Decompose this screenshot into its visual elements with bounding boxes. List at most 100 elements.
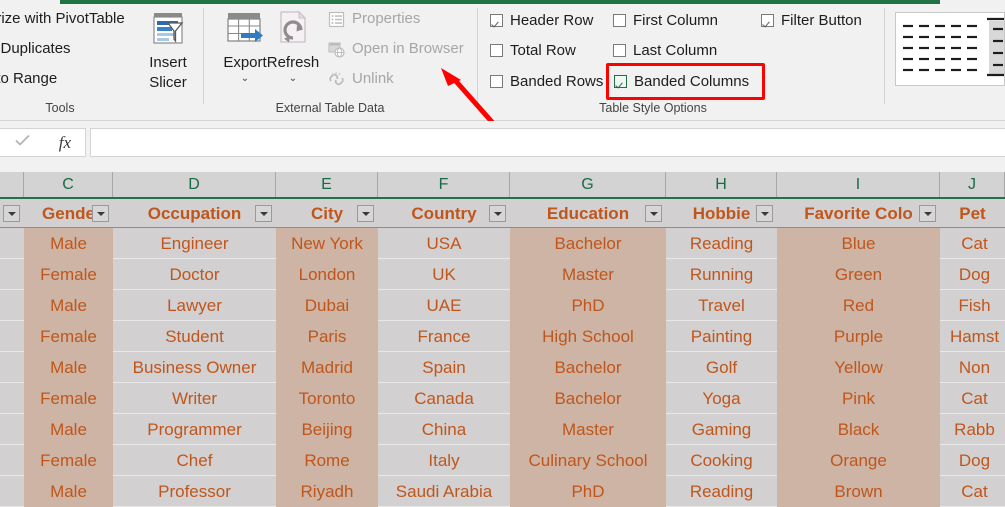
table-cell[interactable]: Fish xyxy=(940,290,1005,321)
table-cell[interactable]: Female xyxy=(24,445,113,476)
refresh-caret-icon[interactable]: ⌄ xyxy=(257,73,329,84)
table-cell[interactable]: Non xyxy=(940,352,1005,383)
table-cell[interactable]: Master xyxy=(510,414,666,445)
table-cell[interactable]: Spain xyxy=(378,352,510,383)
table-cell[interactable]: Female xyxy=(24,383,113,414)
table-cell[interactable]: Bachelor xyxy=(510,383,666,414)
table-cell[interactable]: Dog xyxy=(940,445,1005,476)
table-cell[interactable]: Yoga xyxy=(666,383,777,414)
table-cell[interactable] xyxy=(0,321,24,352)
total-row-checkbox[interactable] xyxy=(490,43,503,57)
table-cell[interactable]: Canada xyxy=(378,383,510,414)
table-cell[interactable]: Rome xyxy=(276,445,378,476)
table-cell[interactable]: Student xyxy=(113,321,276,352)
table-cell[interactable]: Saudi Arabia xyxy=(378,476,510,507)
table-cell[interactable] xyxy=(0,414,24,445)
table-cell[interactable]: Rabb xyxy=(940,414,1005,445)
insert-slicer-button[interactable]: Insert Slicer xyxy=(132,10,204,93)
table-cell[interactable]: Professor xyxy=(113,476,276,507)
table-cell[interactable] xyxy=(0,352,24,383)
filter-dropdown-b[interactable] xyxy=(3,205,20,222)
table-cell[interactable] xyxy=(0,445,24,476)
table-cell[interactable]: Brown xyxy=(777,476,940,507)
table-cell[interactable]: Paris xyxy=(276,321,378,352)
table-cell[interactable]: Pink xyxy=(777,383,940,414)
table-cell[interactable]: USA xyxy=(378,228,510,259)
table-cell[interactable]: Reading xyxy=(666,228,777,259)
checkbox-banded-columns[interactable]: Banded Columns xyxy=(614,70,749,92)
table-cell[interactable]: Programmer xyxy=(113,414,276,445)
table-cell[interactable]: Dog xyxy=(940,259,1005,290)
table-cell[interactable]: London xyxy=(276,259,378,290)
table-cell[interactable]: Cat xyxy=(940,228,1005,259)
column-header-b[interactable] xyxy=(0,172,24,197)
table-cell[interactable]: China xyxy=(378,414,510,445)
table-cell[interactable]: Madrid xyxy=(276,352,378,383)
filter-dropdown-h[interactable] xyxy=(756,205,773,222)
table-cell[interactable]: Running xyxy=(666,259,777,290)
table-cell[interactable]: Male xyxy=(24,290,113,321)
column-header-i[interactable]: I xyxy=(777,172,940,197)
table-cell[interactable]: Female xyxy=(24,321,113,352)
table-cell[interactable]: Golf xyxy=(666,352,777,383)
table-styles-gallery[interactable] xyxy=(895,12,1005,86)
filter-dropdown-d[interactable] xyxy=(255,205,272,222)
table-cell[interactable]: Culinary School xyxy=(510,445,666,476)
column-header-c[interactable]: C xyxy=(24,172,113,197)
table-cell[interactable]: Yellow xyxy=(777,352,940,383)
banded-columns-checkbox[interactable] xyxy=(614,74,627,88)
table-cell[interactable]: Beijing xyxy=(276,414,378,445)
table-cell[interactable]: PhD xyxy=(510,290,666,321)
checkbox-first-column[interactable]: First Column xyxy=(613,9,718,31)
table-cell[interactable] xyxy=(0,228,24,259)
column-header-j[interactable]: J xyxy=(940,172,1005,197)
table-cell[interactable]: Engineer xyxy=(113,228,276,259)
table-cell[interactable]: Reading xyxy=(666,476,777,507)
table-cell[interactable]: Doctor xyxy=(113,259,276,290)
checkbox-total-row[interactable]: Total Row xyxy=(490,39,576,61)
table-cell[interactable]: Riyadh xyxy=(276,476,378,507)
table-cell[interactable]: Hamst xyxy=(940,321,1005,352)
table-cell[interactable]: Lawyer xyxy=(113,290,276,321)
table-cell[interactable]: UK xyxy=(378,259,510,290)
table-cell[interactable]: Business Owner xyxy=(113,352,276,383)
table-cell[interactable]: Red xyxy=(777,290,940,321)
first-column-checkbox[interactable] xyxy=(613,13,626,27)
table-cell[interactable]: France xyxy=(378,321,510,352)
last-column-checkbox[interactable] xyxy=(613,43,626,57)
table-cell[interactable]: Male xyxy=(24,352,113,383)
table-cell[interactable]: Female xyxy=(24,259,113,290)
checkbox-filter-button[interactable]: Filter Button xyxy=(761,9,862,31)
table-cell[interactable] xyxy=(0,290,24,321)
filter-dropdown-g[interactable] xyxy=(645,205,662,222)
table-header-cell-g[interactable]: Education xyxy=(510,199,666,228)
refresh-button[interactable]: Refresh ⌄ xyxy=(257,8,329,84)
remove-duplicates-command[interactable]: e Duplicates xyxy=(0,40,71,57)
column-header-d[interactable]: D xyxy=(113,172,276,197)
table-header-cell-j[interactable]: Pet xyxy=(940,199,1005,228)
table-cell[interactable]: Cat xyxy=(940,383,1005,414)
table-cell[interactable]: Male xyxy=(24,414,113,445)
table-cell[interactable]: Purple xyxy=(777,321,940,352)
table-cell[interactable]: Master xyxy=(510,259,666,290)
table-cell[interactable]: Travel xyxy=(666,290,777,321)
table-cell[interactable]: Chef xyxy=(113,445,276,476)
table-cell[interactable]: Green xyxy=(777,259,940,290)
column-header-h[interactable]: H xyxy=(666,172,777,197)
table-cell[interactable] xyxy=(0,259,24,290)
fx-icon[interactable]: fx xyxy=(59,133,71,153)
column-header-f[interactable]: F xyxy=(378,172,510,197)
table-cell[interactable]: Male xyxy=(24,476,113,507)
table-cell[interactable]: Cooking xyxy=(666,445,777,476)
formula-input[interactable] xyxy=(90,128,1005,157)
column-header-g[interactable]: G xyxy=(510,172,666,197)
table-cell[interactable]: Bachelor xyxy=(510,352,666,383)
table-cell[interactable] xyxy=(0,383,24,414)
table-cell[interactable]: Toronto xyxy=(276,383,378,414)
table-cell[interactable]: Bachelor xyxy=(510,228,666,259)
header-row-checkbox[interactable] xyxy=(490,13,503,27)
column-header-e[interactable]: E xyxy=(276,172,378,197)
filter-dropdown-f[interactable] xyxy=(489,205,506,222)
checkbox-last-column[interactable]: Last Column xyxy=(613,39,717,61)
table-cell[interactable]: Blue xyxy=(777,228,940,259)
